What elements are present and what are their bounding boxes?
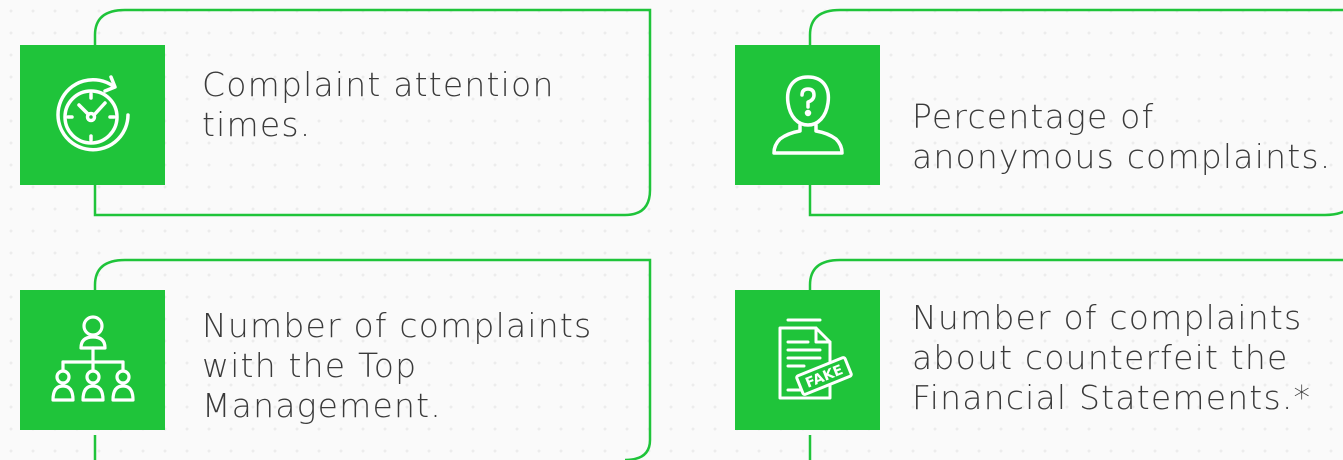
card-counterfeit-financial-statements: FAKE Number of complaints about counterf…	[715, 250, 1343, 460]
fake-document-icon: FAKE	[778, 318, 853, 400]
card-icon-box	[20, 290, 165, 430]
card-complaint-attention-times: Complaint attention times.	[0, 0, 660, 225]
card-anonymous-complaints: Percentage of anonymous complaints.	[715, 0, 1343, 225]
card-icon-box	[20, 45, 165, 185]
card-label: Complaint attention times.	[202, 65, 555, 144]
card-label: Number of complaints about counterfeit t…	[912, 298, 1312, 417]
clock-icon	[55, 75, 130, 152]
card-label: Percentage of anonymous complaints.	[912, 97, 1332, 176]
org-chart-icon	[50, 315, 135, 402]
anonymous-person-icon	[771, 75, 844, 155]
card-icon-box	[735, 45, 880, 185]
card-icon-box: FAKE	[735, 290, 880, 430]
card-label: Number of complaints with the Top Manage…	[202, 306, 593, 425]
